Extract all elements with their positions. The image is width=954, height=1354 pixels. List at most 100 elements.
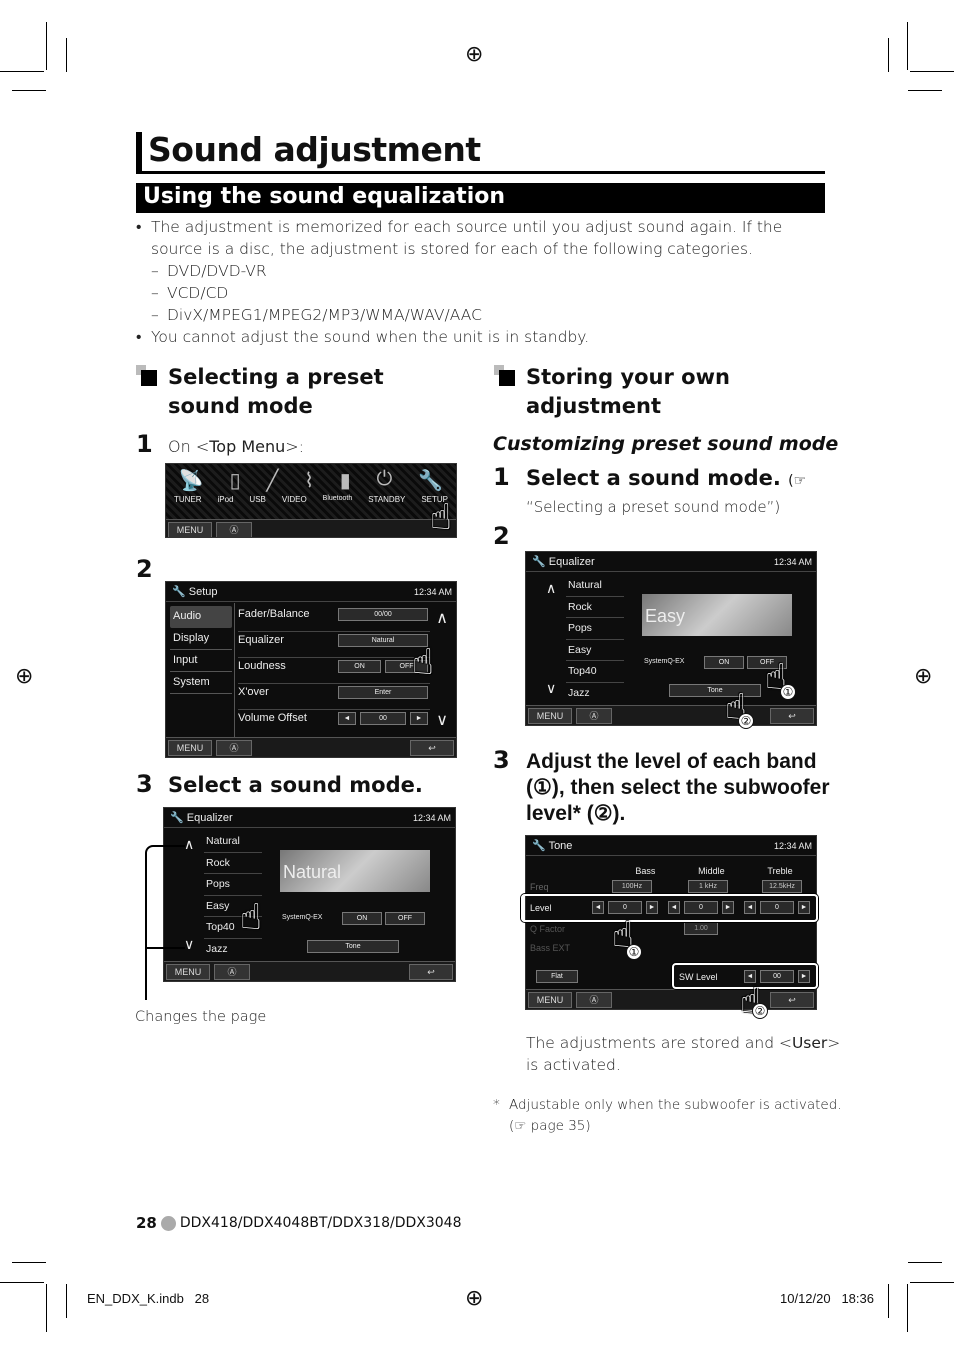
stored-text-bold: User	[791, 1034, 828, 1052]
page-down-icon[interactable]: ∨	[184, 936, 194, 953]
mode-top40[interactable]: Top40	[566, 661, 624, 683]
crop-mark	[12, 1262, 46, 1263]
bluetooth-icon[interactable]: ▮	[340, 468, 351, 493]
systemq-on-button[interactable]: ON	[342, 912, 382, 925]
clock: 12:34 AM	[413, 586, 452, 597]
page-up-icon[interactable]: ∧	[184, 836, 194, 853]
menu-button[interactable]: MENU	[528, 992, 572, 1008]
step-number: 3	[493, 746, 510, 774]
home-button[interactable]: Ⓐ	[214, 964, 250, 980]
step-number: 1	[136, 430, 153, 458]
back-button[interactable]: ↩	[770, 708, 814, 724]
tab-system[interactable]: System	[170, 672, 232, 694]
file-name: EN_DDX_K.indb 28	[87, 1291, 210, 1306]
page-down-icon[interactable]: ∨	[546, 680, 556, 697]
screen-title: Setup	[188, 586, 218, 598]
crop-mark	[907, 1284, 908, 1332]
standby-icon[interactable]: ⏻	[377, 468, 393, 493]
loudness-on-button[interactable]: ON	[338, 660, 381, 673]
bullet-text: You cannot adjust the sound when the uni…	[151, 328, 590, 346]
reference-link[interactable]: (☞	[788, 473, 806, 489]
back-button[interactable]: ↩	[770, 992, 814, 1008]
left-heading: Selecting a preset sound mode	[168, 365, 384, 418]
bass-freq[interactable]: 100Hz	[612, 880, 652, 893]
home-button[interactable]: Ⓐ	[216, 522, 252, 537]
scroll-down-icon[interactable]: ∨	[436, 710, 448, 730]
mode-jazz[interactable]: Jazz	[204, 939, 262, 961]
standby-label[interactable]: STANDBY	[368, 495, 405, 504]
mode-rock[interactable]: Rock	[566, 597, 624, 618]
mode-pops[interactable]: Pops	[204, 874, 262, 896]
flat-button[interactable]: Flat	[536, 970, 578, 983]
step-number: 2	[493, 522, 510, 550]
category: DVD/DVD-VR	[167, 262, 267, 280]
stored-text: >	[827, 1034, 841, 1052]
band-middle: Middle	[698, 866, 725, 876]
heading-square-icon	[136, 365, 157, 386]
mode-jazz[interactable]: Jazz	[566, 683, 624, 705]
systemq-on-button[interactable]: ON	[704, 656, 744, 669]
note-mark: *	[493, 1097, 500, 1113]
video-label[interactable]: VIDEO	[282, 495, 307, 504]
mode-easy[interactable]: Easy	[566, 640, 624, 661]
current-mode-image: Easy	[642, 594, 792, 636]
usb-label[interactable]: USB	[249, 495, 265, 504]
wrench-icon: 🔧	[532, 556, 546, 568]
crop-mark	[910, 71, 954, 72]
tone-button[interactable]: Tone	[669, 684, 761, 697]
note-reference[interactable]: (☞ page 35)	[493, 1116, 842, 1137]
mode-pops[interactable]: Pops	[566, 618, 624, 640]
page-up-icon[interactable]: ∧	[546, 580, 556, 597]
stored-text: is activated.	[526, 1056, 621, 1074]
back-button[interactable]: ↩	[409, 964, 453, 980]
increase-button[interactable]: ►	[410, 712, 428, 725]
current-mode-image: Natural	[280, 850, 430, 892]
tab-audio[interactable]: Audio	[170, 606, 232, 628]
step-text-bold: Top Menu	[209, 437, 286, 456]
equalizer-screen-right: 🔧 Equalizer 12:34 AM ∧ ∨ Natural Rock Pops E…	[525, 551, 817, 726]
mode-rock[interactable]: Rock	[204, 853, 262, 874]
fader-balance-button[interactable]: 00/00	[338, 608, 428, 621]
menu-button[interactable]: MENU	[168, 522, 212, 537]
xover-button[interactable]: Enter	[338, 686, 428, 699]
clock: 12:34 AM	[773, 840, 812, 851]
reference-text: “Selecting a preset sound mode”)	[526, 498, 781, 516]
mode-natural[interactable]: Natural	[204, 831, 262, 853]
treble-freq[interactable]: 12.5kHz	[762, 880, 802, 893]
bluetooth-label[interactable]: Bluetooth	[323, 495, 353, 504]
band-bass: Bass	[635, 866, 656, 876]
tuner-icon[interactable]: 📡	[179, 468, 204, 493]
category: DivX/MPEG1/MPEG2/MP3/WMA/WAV/AAC	[167, 306, 482, 324]
step-number: 1	[493, 463, 510, 491]
video-icon[interactable]: ⌇	[304, 468, 314, 493]
home-button[interactable]: Ⓐ	[576, 992, 612, 1008]
setup-icon[interactable]: 🔧	[418, 468, 443, 493]
screen-title: Tone	[548, 840, 573, 852]
back-button[interactable]: ↩	[410, 740, 454, 756]
ipod-label[interactable]: iPod	[217, 495, 233, 504]
tab-input[interactable]: Input	[170, 650, 232, 672]
freq-label: Freq	[530, 882, 549, 892]
home-button[interactable]: Ⓐ	[576, 708, 612, 724]
scroll-up-icon[interactable]: ∧	[436, 608, 448, 628]
tab-display[interactable]: Display	[170, 628, 232, 650]
stored-text: The adjustments are stored and <	[526, 1034, 792, 1052]
usb-icon[interactable]: ╱	[266, 468, 278, 493]
pointing-hand-icon: ☝	[430, 497, 452, 538]
mode-natural[interactable]: Natural	[566, 575, 624, 597]
section-title: Using the sound equalization	[136, 183, 825, 213]
home-button[interactable]: Ⓐ	[216, 740, 252, 756]
decrease-button[interactable]: ◄	[338, 712, 356, 725]
systemq-off-button[interactable]: OFF	[385, 912, 425, 925]
menu-button[interactable]: MENU	[528, 708, 572, 724]
tuner-label[interactable]: TUNER	[174, 495, 202, 504]
menu-button[interactable]: MENU	[168, 740, 212, 756]
tone-button[interactable]: Tone	[307, 940, 399, 953]
middle-freq[interactable]: 1 kHz	[688, 880, 728, 893]
crop-mark	[908, 1262, 942, 1263]
crop-mark	[46, 22, 47, 70]
step-text: level* (②).	[526, 802, 626, 825]
pointing-hand-icon: ☝	[240, 897, 262, 938]
ipod-icon[interactable]: ▯	[230, 468, 241, 493]
note-text: Adjustable only when the subwoofer is ac…	[509, 1097, 842, 1113]
